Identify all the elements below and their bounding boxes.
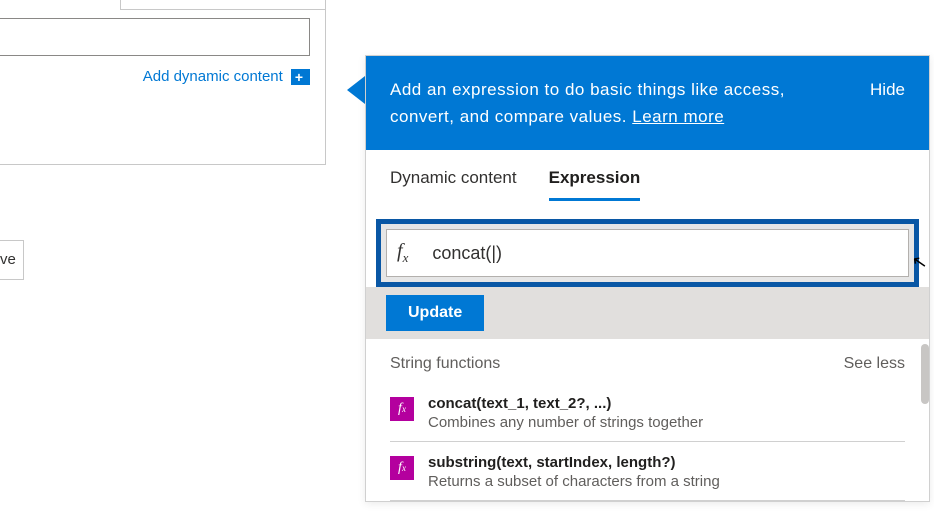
formula-text: concat(|) — [432, 243, 502, 264]
accent-bar — [307, 69, 310, 85]
function-description: Combines any number of strings together — [428, 414, 703, 431]
add-dynamic-content-label: Add dynamic content — [143, 68, 283, 85]
learn-more-link[interactable]: Learn more — [632, 107, 724, 126]
function-text: concat(text_1, text_2?, ...) Combines an… — [428, 395, 703, 431]
expression-header-description: Add an expression to do basic things lik… — [390, 76, 830, 130]
function-item-concat[interactable]: fx concat(text_1, text_2?, ...) Combines… — [390, 383, 905, 442]
fx-icon: fx — [390, 397, 414, 421]
save-button-label-fragment: ve — [0, 251, 16, 268]
scrollbar[interactable] — [921, 344, 929, 404]
fx-icon: fx — [390, 456, 414, 480]
update-button[interactable]: Update — [386, 295, 484, 331]
callout-pointer-icon — [347, 76, 365, 104]
function-description: Returns a subset of characters from a st… — [428, 473, 720, 490]
fx-icon: fx — [397, 240, 408, 266]
tab-dynamic-content[interactable]: Dynamic content — [390, 168, 517, 201]
function-signature: substring(text, startIndex, length?) — [428, 454, 720, 471]
tabs: Dynamic content Expression — [366, 150, 929, 201]
section-header-string-functions: String functions See less — [366, 339, 929, 383]
function-text: substring(text, startIndex, length?) Ret… — [428, 454, 720, 490]
header-line-2: convert, and compare values. — [390, 107, 627, 126]
function-list: fx concat(text_1, text_2?, ...) Combines… — [366, 383, 929, 501]
see-less-link[interactable]: See less — [844, 355, 905, 373]
add-dynamic-content-link[interactable]: Add dynamic content + — [0, 62, 310, 85]
formula-input[interactable]: fx concat(|) — [386, 229, 909, 277]
function-item-substring[interactable]: fx substring(text, startIndex, length?) … — [390, 442, 905, 501]
header-line-1: Add an expression to do basic things lik… — [390, 80, 785, 99]
value-input[interactable] — [0, 18, 310, 56]
function-signature: concat(text_1, text_2?, ...) — [428, 395, 703, 412]
left-card: Add dynamic content + — [0, 0, 326, 165]
expression-popup-header: Add an expression to do basic things lik… — [366, 56, 929, 150]
hide-button[interactable]: Hide — [870, 76, 905, 103]
tab-expression[interactable]: Expression — [549, 168, 641, 201]
section-title: String functions — [390, 355, 500, 373]
formula-container: fx concat(|) — [376, 219, 919, 287]
save-button-fragment[interactable]: ve — [0, 240, 24, 280]
expression-popup: Add an expression to do basic things lik… — [365, 55, 930, 502]
update-bar: Update — [366, 287, 929, 339]
left-card-inner-border — [120, 0, 326, 10]
plus-icon: + — [291, 69, 307, 85]
